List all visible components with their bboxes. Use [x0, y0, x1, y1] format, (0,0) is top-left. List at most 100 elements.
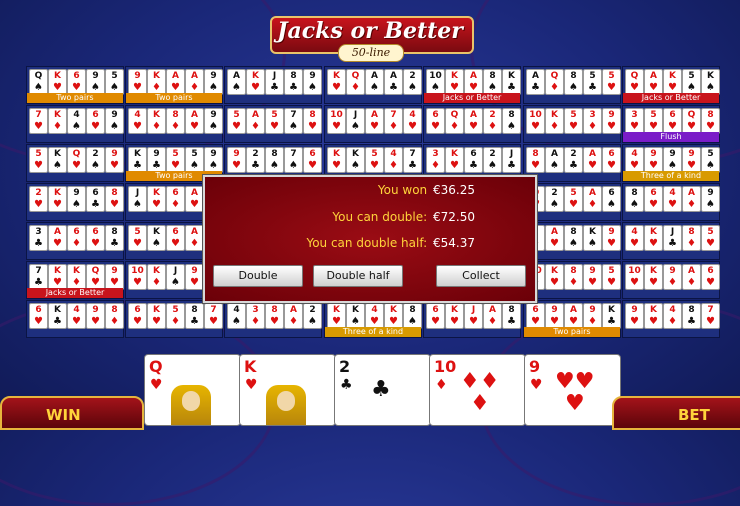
hand-result-label: Flush [623, 132, 719, 142]
hand-result-label: Jacks or Better [27, 288, 123, 298]
mini-card: A ♣ [384, 69, 403, 95]
mini-card: 9 ♠ [204, 147, 223, 173]
mini-hand: 10 ♥ K ♥ 9 ♦ A ♦ 6 ♥ [622, 261, 720, 299]
mini-card-rank: 6 [309, 149, 316, 159]
double-half-button[interactable]: Double half [313, 265, 403, 287]
mini-card: 9 ♥ [86, 303, 105, 329]
mini-card-suit: ♥ [190, 277, 199, 288]
hand-result-label: Two pairs [27, 93, 123, 103]
main-card-2[interactable]: K ♥ [239, 354, 336, 426]
mini-card-rank: J [135, 188, 140, 198]
mini-card-rank: 9 [309, 71, 316, 81]
mini-card: 10 ♥ [327, 108, 346, 134]
mini-card-suit: ♥ [152, 316, 161, 327]
mini-card: A ♠ [545, 147, 564, 173]
mini-card-suit: ♣ [110, 238, 119, 249]
mini-card-rank: 7 [35, 266, 42, 276]
win-panel: WIN [0, 396, 144, 430]
mini-card: 6 ♦ [67, 225, 86, 251]
mini-card: 5 ♥ [701, 225, 720, 251]
mini-card-suit: ♥ [588, 160, 597, 171]
mini-card: 5 ♦ [166, 303, 185, 329]
mini-card: Q♥ [625, 69, 644, 95]
mini-card-suit: ♠ [232, 82, 241, 93]
mini-card-suit: ♠ [308, 82, 317, 93]
mini-card-rank: 9 [608, 227, 615, 237]
mini-card-suit: ♦ [687, 277, 696, 288]
mini-card: 4 ♠ [67, 108, 86, 134]
mini-card-rank: 4 [371, 305, 378, 315]
mini-card-suit: ♥ [588, 277, 597, 288]
mini-card-rank: 4 [134, 110, 141, 120]
mini-card-suit: ♠ [630, 199, 639, 210]
mini-card: 2 ♦ [483, 108, 502, 134]
mini-card: A ♦ [185, 225, 204, 251]
mini-card-rank: 9 [669, 266, 676, 276]
main-card-1[interactable]: Q ♥ [144, 354, 241, 426]
mini-card-rank: 3 [631, 110, 638, 120]
half-row: You can double half: €54.37 [306, 236, 475, 250]
mini-card-rank: 9 [111, 110, 118, 120]
mini-card: 9 ♥ [682, 147, 701, 173]
half-label: You can double half: [306, 236, 428, 250]
mini-card-rank: 4 [669, 188, 676, 198]
mini-card: 9 ♥ [185, 264, 204, 290]
mini-hand: 10 ♥ K ♦ 5 ♥ 3 ♦ 9 ♥ [523, 105, 621, 143]
mini-card: A ♥ [166, 69, 185, 95]
mini-card-rank: 9 [92, 305, 99, 315]
mini-card-rank: K [54, 188, 61, 198]
mini-card: K ♥ [327, 147, 346, 173]
mini-card-rank: 8 [688, 227, 695, 237]
mini-card-rank: 8 [271, 149, 278, 159]
mini-card: 6 ♥ [303, 147, 322, 173]
mini-card-rank: K [551, 110, 558, 120]
mini-card-rank: A [489, 305, 496, 315]
mini-card-rank: A [470, 110, 477, 120]
double-button[interactable]: Double [213, 265, 303, 287]
mini-card-suit: ♥ [72, 316, 81, 327]
mini-card: 9 ♣ [147, 147, 166, 173]
mini-card-suit: ♥ [91, 238, 100, 249]
mini-card: K ♥ [246, 69, 265, 95]
mini-card: 2 ♠ [403, 69, 422, 95]
mini-card: Q ♠ [29, 69, 48, 95]
mini-card-suit: ♥ [649, 238, 658, 249]
mini-card: A ♦ [246, 108, 265, 134]
mini-card-rank: 6 [650, 188, 657, 198]
mini-card-suit: ♠ [270, 160, 279, 171]
mini-card-suit: ♣ [569, 160, 578, 171]
mini-card-rank: K [153, 227, 160, 237]
mini-card-suit: ♠ [289, 160, 298, 171]
mini-card: 10 ♥ [128, 264, 147, 290]
mini-card: Q♥ [86, 264, 105, 290]
main-card-1-rank: Q [149, 357, 163, 376]
mini-card-rank: 9 [73, 188, 80, 198]
mini-card-suit: ♠ [91, 160, 100, 171]
mini-card-rank: 8 [570, 71, 577, 81]
main-card-4[interactable]: 10 ♦ ♦♦ ♦ [429, 354, 526, 426]
mini-card-suit: ♣ [408, 160, 417, 171]
mini-card: 5 ♥ [564, 186, 583, 212]
mini-card: A ♦ [583, 186, 602, 212]
mini-card: K ♥ [644, 225, 663, 251]
mini-card: 9 ♦ [583, 303, 602, 329]
main-card-5[interactable]: 9 ♥ ♥♥ ♥ [524, 354, 621, 426]
mini-card: 6 ♥ [426, 303, 445, 329]
mini-card-rank: 8 [191, 305, 198, 315]
main-card-3[interactable]: 2 ♣ ♣ [334, 354, 431, 426]
mini-card: 5 ♥ [166, 147, 185, 173]
mini-card-rank: J [173, 266, 178, 276]
mini-card: 6 ♠ [602, 186, 621, 212]
mini-card: 6 ♥ [128, 303, 147, 329]
mini-card-suit: ♠ [308, 316, 317, 327]
mini-hand: K ♥ K ♠ 4 ♥ K ♥ 8 ♠ Three of a kind [324, 300, 422, 338]
mini-card-rank: K [54, 305, 61, 315]
mini-hand: 3♦A♥8♠K♠9♥ [523, 222, 621, 260]
mini-card-suit: ♥ [569, 121, 578, 132]
mini-card-rank: K [333, 71, 340, 81]
bet-panel[interactable]: BET [612, 396, 740, 430]
mini-card-suit: ♠ [232, 316, 241, 327]
mini-card-rank: 5 [172, 305, 179, 315]
collect-button[interactable]: Collect [436, 265, 526, 287]
mini-card-rank: 6 [532, 305, 539, 315]
